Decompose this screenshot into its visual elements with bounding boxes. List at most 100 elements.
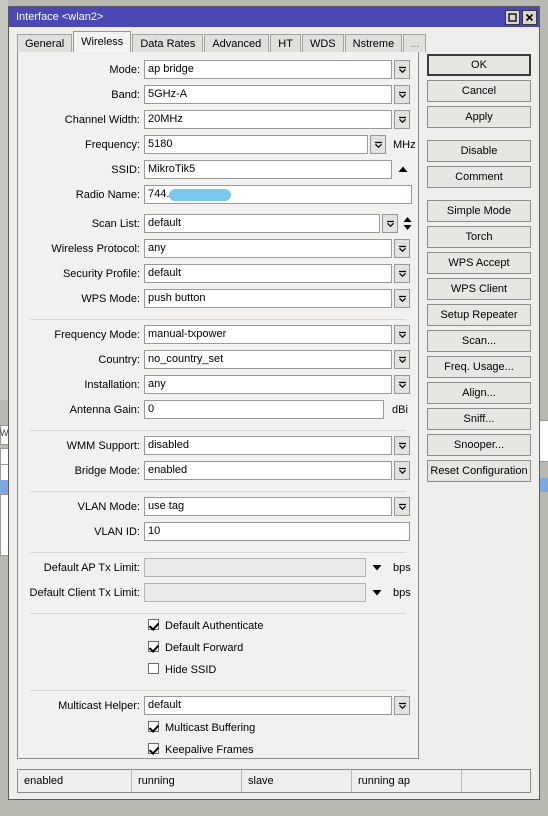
input-scan-list[interactable]: default [144,214,380,233]
comment-button[interactable]: Comment [427,166,531,188]
checkbox-default-forward-box[interactable] [148,641,159,652]
input-wmm-support[interactable]: disabled [144,436,392,455]
wps-accept-button[interactable]: WPS Accept [427,252,531,274]
setup-repeater-button[interactable]: Setup Repeater [427,304,531,326]
field-row-band: Band: 5GHz-A [18,85,418,110]
checkbox-multicast-buffering[interactable]: Multicast Buffering [18,721,418,743]
tab-nstreme[interactable]: Nstreme [344,34,403,52]
dropdown-multicast-helper-icon[interactable] [394,696,410,715]
field-row-channel-width: Channel Width: 20MHz [18,110,418,135]
status-cell-running-ap: running ap [352,770,462,792]
label-vlan-id: VLAN ID: [94,526,140,538]
tab-wireless[interactable]: Wireless [73,31,132,52]
input-security-profile[interactable]: default [144,264,392,283]
tab-wds[interactable]: WDS [301,34,344,52]
dropdown-country-icon[interactable] [394,350,410,369]
field-row-frequency: Frequency: 5180 MHz [18,135,418,160]
apply-button[interactable]: Apply [427,106,531,128]
label-wps-mode: WPS Mode: [81,293,140,305]
tab-advanced[interactable]: Advanced [204,34,270,52]
field-row-frequency-mode: Frequency Mode: manual-txpower [18,325,418,350]
label-antenna-gain: Antenna Gain: [69,404,140,416]
input-wps-mode[interactable]: push button [144,289,392,308]
dropdown-default-ap-tx-limit-icon[interactable] [370,558,384,577]
input-vlan-id[interactable]: 10 [144,522,410,541]
checkbox-hide-ssid-box[interactable] [148,663,159,674]
dropdown-scan-list-icon[interactable] [382,214,398,233]
checkbox-keepalive-frames-box[interactable] [148,743,159,754]
tab-bar[interactable]: General Wireless Data Rates Advanced HT … [17,31,539,52]
freq-usage-button[interactable]: Freq. Usage... [427,356,531,378]
label-band: Band: [111,89,140,101]
dropdown-wmm-support-icon[interactable] [394,436,410,455]
checkbox-default-forward[interactable]: Default Forward [18,641,418,663]
input-mode[interactable]: ap bridge [144,60,392,79]
checkbox-hide-ssid[interactable]: Hide SSID [18,663,418,685]
field-row-mode: Mode: ap bridge [18,60,418,85]
input-ssid[interactable]: MikroTik5 [144,160,392,179]
input-frequency-mode[interactable]: manual-txpower [144,325,392,344]
tab-general[interactable]: General [17,34,73,52]
simple-mode-button[interactable]: Simple Mode [427,200,531,222]
dropdown-default-client-tx-limit-icon[interactable] [370,583,384,602]
dropdown-band-icon[interactable] [394,85,410,104]
field-row-country: Country: no_country_set [18,350,418,375]
dropdown-wps-mode-icon[interactable] [394,289,410,308]
dropdown-channel-width-icon[interactable] [394,110,410,129]
label-bridge-mode: Bridge Mode: [74,465,140,477]
torch-button[interactable]: Torch [427,226,531,248]
input-multicast-helper[interactable]: default [144,696,392,715]
dropdown-wireless-protocol-icon[interactable] [394,239,410,258]
close-icon[interactable] [522,9,537,25]
tab-ht[interactable]: HT [270,34,301,52]
input-channel-width[interactable]: 20MHz [144,110,392,129]
input-default-client-tx-limit[interactable] [144,583,366,602]
input-frequency[interactable]: 5180 [144,135,368,154]
separator-1 [30,319,406,320]
input-wireless-protocol[interactable]: any [144,239,392,258]
dropdown-vlan-mode-icon[interactable] [394,497,410,516]
label-security-profile: Security Profile: [62,268,140,280]
input-default-ap-tx-limit[interactable] [144,558,366,577]
snooper-button[interactable]: Snooper... [427,434,531,456]
action-button-column: OK Cancel Apply Disable Comment Simple M… [427,54,531,486]
dropdown-security-profile-icon[interactable] [394,264,410,283]
input-country[interactable]: no_country_set [144,350,392,369]
ok-button[interactable]: OK [427,54,531,76]
field-row-security-profile: Security Profile: default [18,264,418,289]
cancel-button[interactable]: Cancel [427,80,531,102]
reset-configuration-button[interactable]: Reset Configuration [427,460,531,482]
sniff-button[interactable]: Sniff... [427,408,531,430]
tab-data-rates[interactable]: Data Rates [132,34,204,52]
input-band[interactable]: 5GHz-A [144,85,392,104]
input-installation[interactable]: any [144,375,392,394]
checkbox-multicast-buffering-box[interactable] [148,721,159,732]
field-row-scan-list: Scan List: default [18,214,418,239]
dropdown-frequency-icon[interactable] [370,135,386,154]
input-radio-name[interactable]: 744. [144,185,412,204]
field-row-ssid: SSID: MikroTik5 [18,160,418,185]
tab-more[interactable]: ... [403,34,427,52]
dropdown-installation-icon[interactable] [394,375,410,394]
checkbox-keepalive-frames[interactable]: Keepalive Frames [18,743,418,765]
dropdown-mode-icon[interactable] [394,60,410,79]
input-antenna-gain[interactable]: 0 [144,400,384,419]
dropdown-bridge-mode-icon[interactable] [394,461,410,480]
label-mode: Mode: [109,64,140,76]
wps-client-button[interactable]: WPS Client [427,278,531,300]
checkbox-default-authenticate-box[interactable] [148,619,159,630]
dropdown-frequency-mode-icon[interactable] [394,325,410,344]
spinner-scan-list-icon[interactable] [401,214,414,233]
checkbox-default-authenticate[interactable]: Default Authenticate [18,619,418,641]
disable-button[interactable]: Disable [427,140,531,162]
unit-default-client-tx-limit: bps [393,587,411,599]
collapse-up-icon[interactable] [396,160,410,179]
input-bridge-mode[interactable]: enabled [144,461,392,480]
scan-button[interactable]: Scan... [427,330,531,352]
maximize-icon[interactable] [505,9,520,25]
label-radio-name: Radio Name: [75,189,140,201]
checkbox-keepalive-frames-label: Keepalive Frames [165,744,254,756]
align-button[interactable]: Align... [427,382,531,404]
unit-default-ap-tx-limit: bps [393,562,411,574]
input-vlan-mode[interactable]: use tag [144,497,392,516]
